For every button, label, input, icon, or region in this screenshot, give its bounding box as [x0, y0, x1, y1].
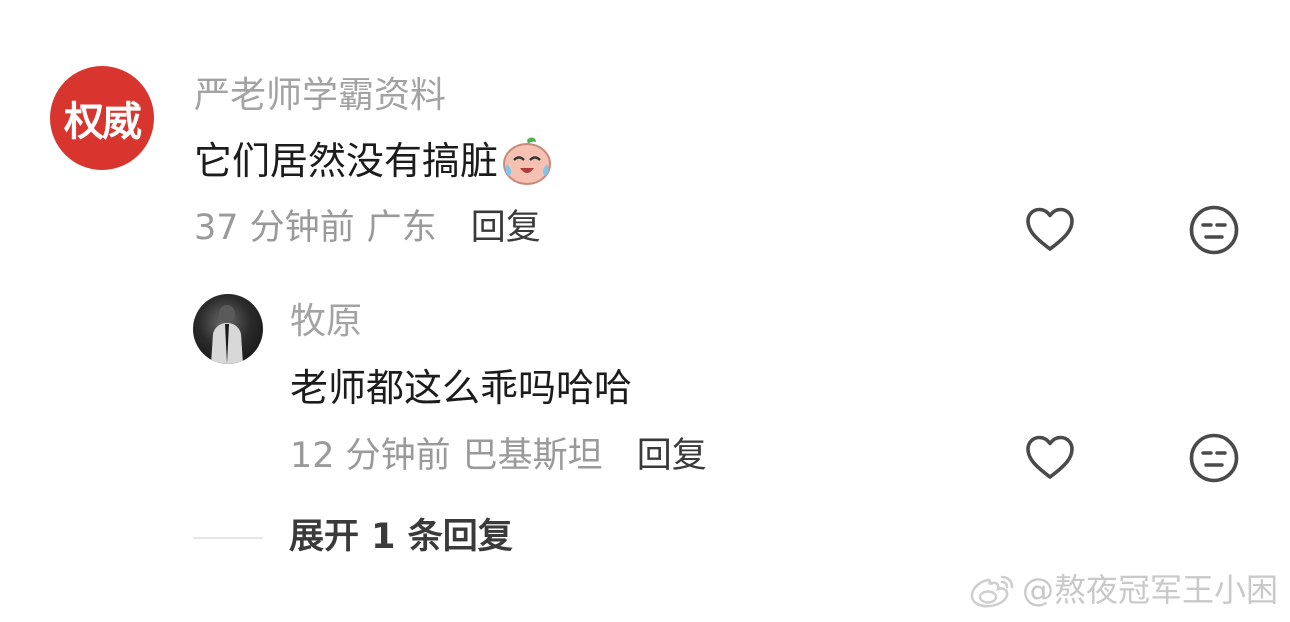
- weibo-logo-icon: [970, 575, 1014, 608]
- comment-content: 它们居然没有搞脏: [194, 136, 554, 186]
- person-silhouette-icon: [211, 305, 243, 364]
- comment-text: 它们居然没有搞脏: [194, 139, 499, 183]
- comment-username[interactable]: 严老师学霸资料: [194, 76, 446, 116]
- reply-location: 巴基斯坦: [462, 436, 603, 476]
- reply-button[interactable]: 回复: [471, 208, 541, 248]
- crying-laughing-peach-emoji-icon: [500, 136, 554, 186]
- comment-meta: 37 分钟前 广东 回复: [194, 208, 541, 248]
- reply-avatar[interactable]: [193, 294, 263, 364]
- reply-reply-button[interactable]: 回复: [637, 436, 707, 476]
- reply-username[interactable]: 牧原: [290, 302, 362, 342]
- reply-content: 老师都这么乖吗哈哈: [290, 366, 632, 410]
- dislike-button[interactable]: [1187, 203, 1241, 257]
- reply-meta: 12 分钟前 巴基斯坦 回复: [290, 436, 707, 476]
- watermark: @熬夜冠军王小困: [968, 570, 1278, 610]
- expand-divider: [193, 537, 263, 539]
- reply-time: 12 分钟前: [290, 436, 451, 476]
- reply-like-button[interactable]: [1023, 431, 1077, 485]
- watermark-text: @熬夜冠军王小困: [1021, 571, 1278, 609]
- avatar[interactable]: 权威: [50, 66, 154, 170]
- comment-location: 广东: [366, 208, 437, 248]
- reply-dislike-button[interactable]: [1187, 431, 1241, 485]
- heart-icon: [1026, 207, 1074, 251]
- comment-time: 37 分钟前: [194, 208, 355, 248]
- reply-text: 老师都这么乖吗哈哈: [290, 366, 633, 410]
- avatar-label: 权威: [64, 99, 142, 145]
- neutral-face-icon: [1189, 205, 1239, 255]
- neutral-face-icon: [1189, 433, 1239, 483]
- expand-replies-button[interactable]: 展开 1 条回复: [289, 517, 513, 557]
- heart-icon: [1026, 435, 1074, 479]
- like-button[interactable]: [1023, 203, 1077, 257]
